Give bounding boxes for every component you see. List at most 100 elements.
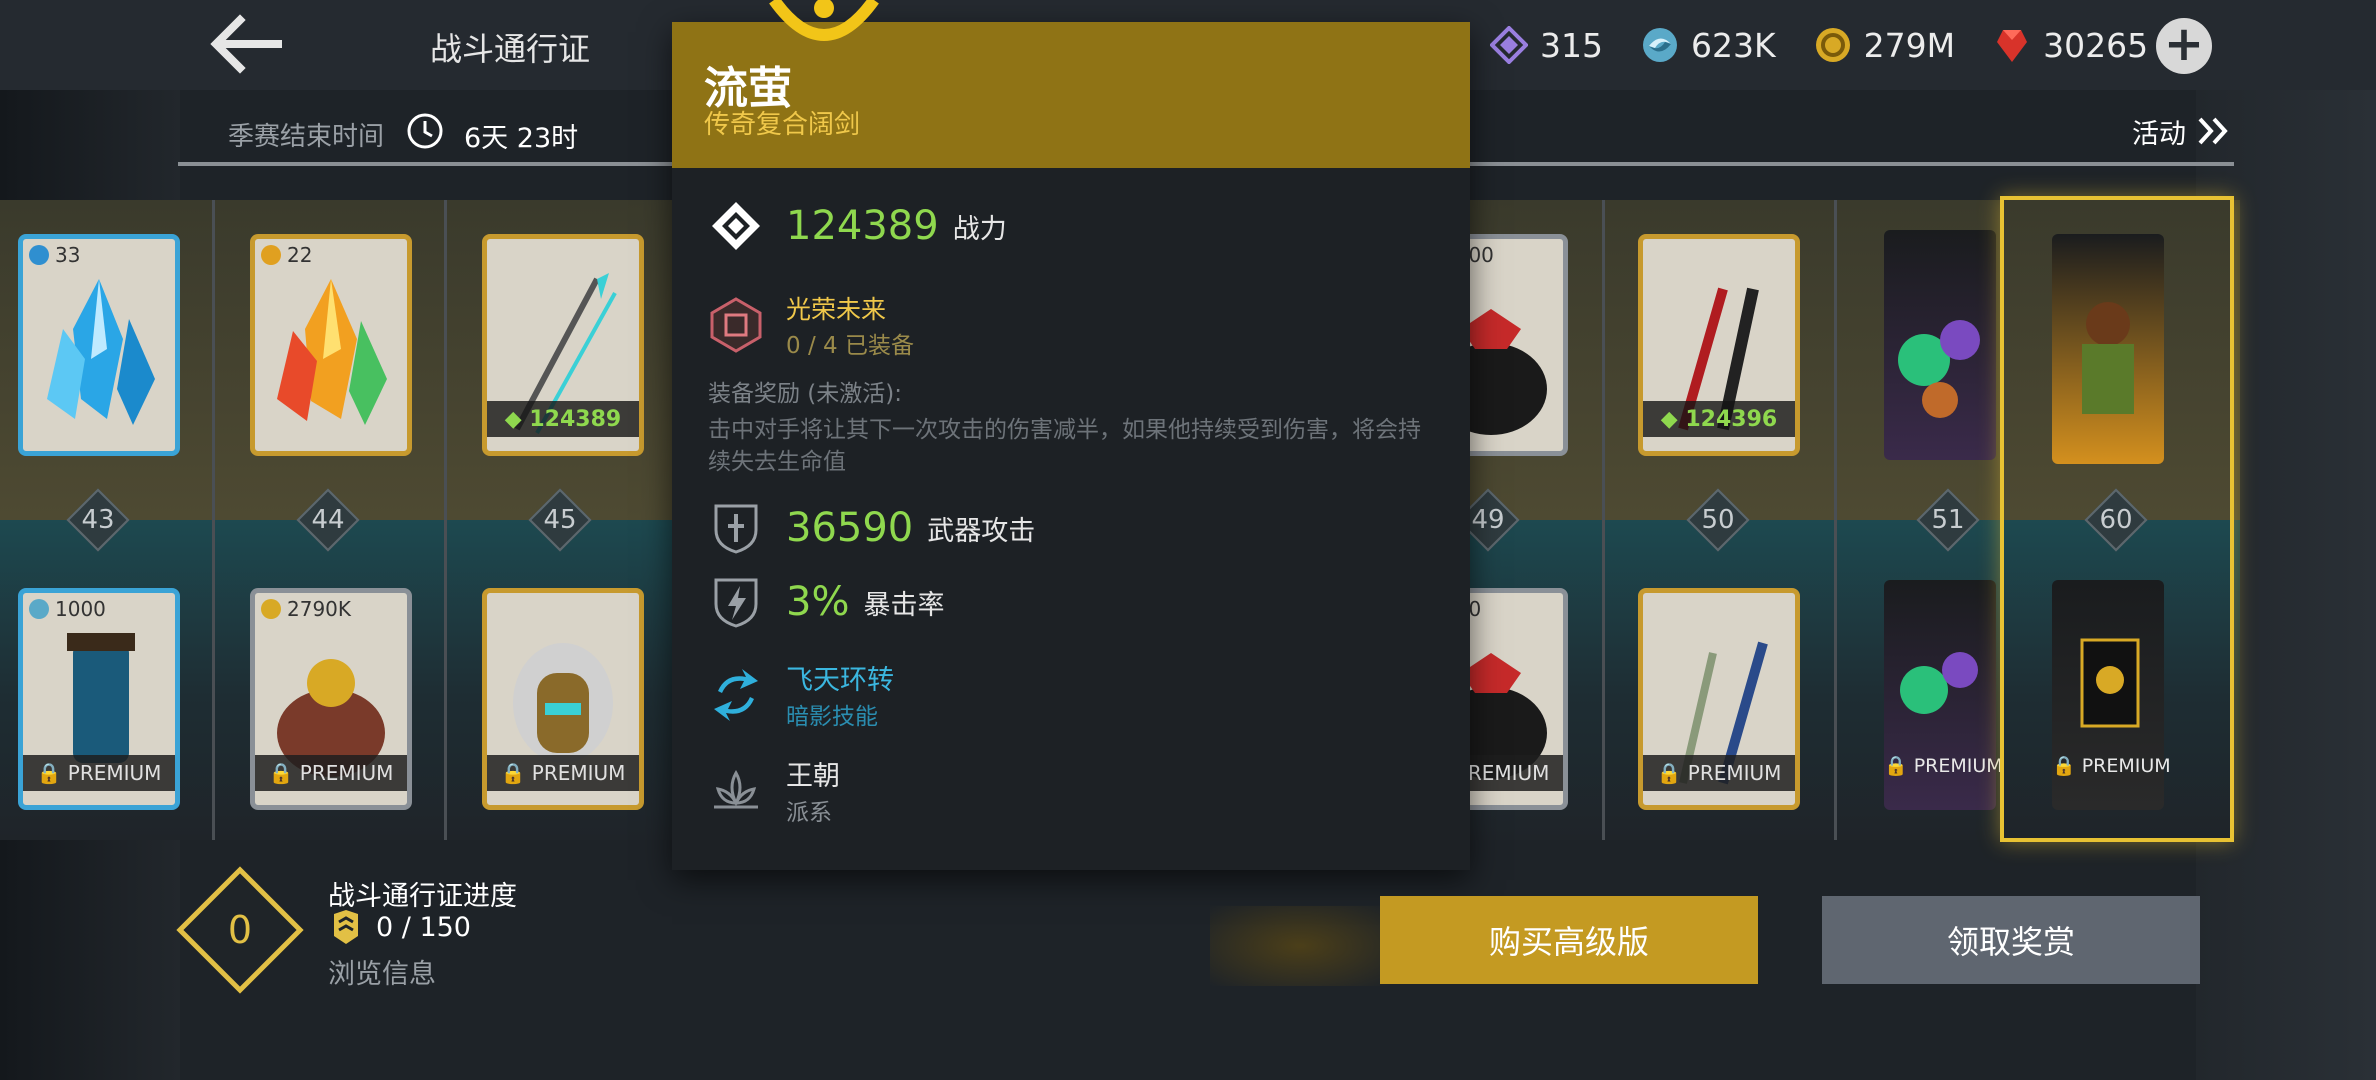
skill-name: 飞天环转	[786, 665, 894, 696]
power-label: 战力	[952, 213, 1007, 245]
set-row: 光荣未来 0 / 4 已装备	[708, 290, 914, 360]
browse-info-link[interactable]: 浏览信息	[328, 952, 436, 991]
energy-swirl-icon	[1643, 28, 1677, 62]
currency-gold[interactable]: 279M	[1814, 26, 1955, 65]
set-bonus-title: 装备奖励 (未激活):	[708, 381, 903, 407]
blue-crystal-icon	[47, 279, 155, 425]
crit-row: 3% 暴击率	[708, 574, 944, 630]
tooltip-header: 流萤 传奇复合阔剑	[672, 0, 1470, 168]
rainbow-crystal-icon	[277, 279, 387, 425]
column-separator	[1834, 200, 1837, 840]
reward-card-helmet[interactable]: 🔒 PREMIUM	[482, 588, 644, 810]
reward-card-rainbow-crystal[interactable]: 22	[250, 234, 412, 456]
gold-coin-icon	[1815, 28, 1850, 62]
pack-art-icon	[1900, 652, 1978, 714]
reward-card-energy-vial[interactable]: 1000 🔒 PREMIUM	[18, 588, 180, 810]
currency-gems-value: 315	[1540, 25, 1603, 65]
button-glow	[1210, 906, 1390, 986]
premium-lock: 🔒 PREMIUM	[255, 755, 407, 791]
card-count: 1000	[29, 597, 106, 621]
arrow-left-icon	[210, 14, 282, 74]
item-tooltip: 流萤 传奇复合阔剑 124389 战力 光荣未来 0 / 4 已装备 装备奖励 …	[672, 0, 1470, 870]
crit-value: 3%	[786, 579, 850, 625]
double-chevron-right-icon	[2198, 117, 2228, 145]
pass-level-badge: 0	[176, 866, 304, 994]
reward-card-sword[interactable]: 🔒 PREMIUM	[1638, 588, 1800, 810]
attack-value: 36590	[786, 505, 914, 551]
currency-bar: 315 623K 279M 30265	[1490, 20, 2186, 70]
level-marker: 51	[1916, 488, 1980, 552]
gold-coin-icon	[261, 599, 281, 619]
currency-gems[interactable]: 315	[1490, 26, 1603, 65]
progress-value-row: 0 / 150	[330, 910, 471, 944]
set-name: 光荣未来	[786, 295, 887, 324]
column-separator	[444, 200, 447, 840]
skill-type: 暗影技能	[786, 704, 878, 730]
currency-energy[interactable]: 623K	[1641, 26, 1776, 65]
level-marker: 45	[528, 488, 592, 552]
selected-column-highlight	[2000, 196, 2234, 842]
set-count: 0 / 4 已装备	[786, 333, 914, 359]
events-button[interactable]: 活动	[2132, 108, 2230, 154]
clock-icon	[407, 113, 443, 149]
events-label: 活动	[2132, 118, 2186, 150]
gem-purple-icon	[1490, 26, 1528, 64]
item-subtitle: 传奇复合阔剑	[704, 110, 861, 140]
page-title: 战斗通行证	[430, 30, 591, 68]
level-marker: 43	[66, 488, 130, 552]
reward-card-blue-crystal[interactable]: 33	[18, 234, 180, 456]
shield-sword-icon	[714, 504, 758, 554]
reward-pack-epic-premium[interactable]: 🔒 PREMIUM	[1884, 580, 2003, 810]
plus-icon: +	[2163, 16, 2205, 72]
reward-card-gold-bag[interactable]: 2790K 🔒 PREMIUM	[250, 588, 412, 810]
currency-gold-value: 279M	[1863, 25, 1956, 65]
buy-premium-button[interactable]: 购买高级版	[1380, 896, 1758, 984]
level-marker: 50	[1686, 488, 1750, 552]
faction-row: 王朝 派系	[708, 754, 840, 827]
lotus-faction-icon	[714, 769, 758, 808]
crystal-icon	[29, 245, 49, 265]
skill-row: 飞天环转 暗影技能	[708, 658, 894, 731]
reward-card-katana[interactable]: ◆ 124396	[1638, 234, 1800, 456]
progress-title: 战斗通行证进度	[328, 881, 517, 912]
lightning-shield-icon	[714, 578, 758, 628]
pass-chevron-icon	[334, 910, 358, 944]
energy-swirl-icon	[29, 599, 49, 619]
reward-card-spear[interactable]: ◆ 124389	[482, 234, 644, 456]
claim-rewards-button[interactable]: 领取奖赏	[1822, 896, 2200, 984]
faction-type: 派系	[786, 800, 832, 826]
power-row: 124389 战力	[708, 198, 1007, 254]
card-count: 2790K	[261, 597, 351, 621]
column-separator	[1602, 200, 1605, 840]
attack-label: 武器攻击	[927, 515, 1036, 547]
premium-lock: 🔒 PREMIUM	[23, 755, 175, 791]
rarity-emblem-icon	[769, 0, 879, 41]
currency-energy-value: 623K	[1691, 25, 1776, 65]
power-diamond-icon	[712, 202, 760, 250]
pack-art-icon	[1898, 320, 1980, 418]
crit-label: 暴击率	[863, 589, 945, 621]
column-separator	[212, 200, 215, 840]
level-marker: 44	[296, 488, 360, 552]
power-value: 124389	[786, 203, 939, 249]
crystal-icon	[261, 245, 281, 265]
season-end-label: 季赛结束时间	[228, 122, 385, 152]
set-bonus-text: 击中对手将让其下一次攻击的伤害减半，如果他持续受到伤害，将会持续失去生命值	[708, 417, 1421, 475]
season-time: 6天 23时	[464, 123, 579, 154]
card-count: 33	[29, 243, 80, 267]
set-emblem-icon	[710, 297, 762, 353]
premium-lock: 🔒 PREMIUM	[1884, 755, 2003, 777]
add-currency-button[interactable]: +	[2156, 18, 2212, 74]
attack-row: 36590 武器攻击	[708, 500, 1035, 556]
reward-pack-epic[interactable]	[1884, 230, 1996, 460]
spin-skill-icon	[714, 668, 758, 721]
back-button[interactable]	[208, 14, 288, 74]
premium-lock: 🔒 PREMIUM	[487, 755, 639, 791]
currency-ruby-value: 30265	[2043, 25, 2149, 65]
currency-ruby[interactable]: 30265	[1993, 26, 2148, 65]
premium-lock: 🔒 PREMIUM	[1643, 755, 1795, 791]
progress-value: 0 / 150	[376, 911, 471, 943]
card-power: ◆ 124396	[1643, 401, 1795, 437]
ruby-icon	[1997, 30, 2028, 62]
faction-name: 王朝	[786, 761, 840, 792]
